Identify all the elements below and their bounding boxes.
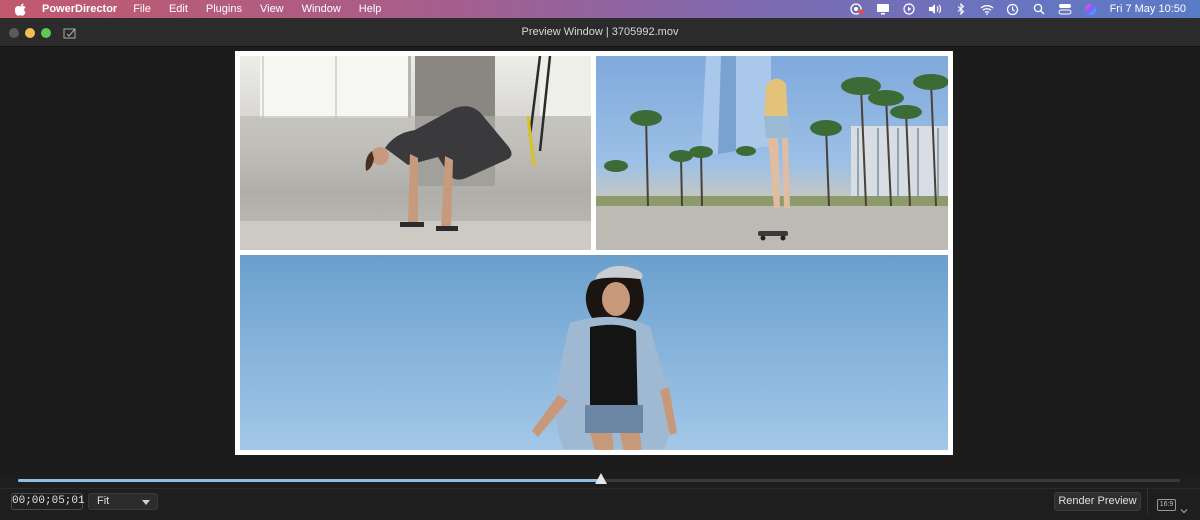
display-icon[interactable] — [876, 2, 890, 16]
time-machine-icon[interactable] — [1006, 2, 1020, 16]
apple-icon[interactable] — [14, 2, 28, 16]
preview-window: Preview Window | 3705992.mov 00;00;05;01… — [0, 18, 1200, 515]
menu-help[interactable]: Help — [359, 0, 382, 18]
screen-recorder-icon[interactable] — [849, 2, 864, 16]
window-title: Preview Window | 3705992.mov — [521, 26, 679, 38]
render-preview-button[interactable]: Render Preview — [1054, 492, 1141, 511]
menu-file[interactable]: File — [133, 0, 151, 18]
timecode-display[interactable]: 00;00;05;01 — [11, 493, 85, 510]
chevron-down-icon — [142, 500, 150, 505]
bluetooth-icon[interactable] — [954, 2, 968, 16]
chevron-down-icon[interactable] — [1180, 502, 1188, 514]
zoom-fit-dropdown[interactable]: Fit — [88, 493, 158, 510]
menu-bar: PowerDirector File Edit Plugins View Win… — [0, 0, 1200, 18]
video-frame — [235, 51, 953, 455]
woman-exercising-photo — [240, 56, 591, 250]
menu-plugins[interactable]: Plugins — [206, 0, 242, 18]
aspect-ratio-button[interactable]: 16:9 — [1157, 499, 1176, 511]
preview-canvas[interactable] — [0, 48, 1200, 478]
scrubber-progress — [18, 479, 602, 482]
siri-icon[interactable] — [1084, 2, 1098, 16]
menu-app-name[interactable]: PowerDirector — [42, 0, 117, 18]
woman-smiling-sky-photo — [240, 255, 948, 450]
woman-skateboarding-photo — [596, 56, 948, 250]
volume-icon[interactable] — [928, 2, 942, 16]
menu-edit[interactable]: Edit — [169, 0, 188, 18]
status-icons: Fri 7 May 10:50 — [838, 0, 1186, 18]
menu-window[interactable]: Window — [302, 0, 341, 18]
window-titlebar[interactable]: Preview Window | 3705992.mov — [0, 18, 1200, 47]
menu-view[interactable]: View — [260, 0, 284, 18]
control-center-icon[interactable] — [1058, 2, 1072, 16]
preview-controls: 00;00;05;01 Fit Render Preview 16:9 — [0, 488, 1200, 515]
scrubber-handle[interactable] — [595, 473, 608, 484]
play-circle-icon[interactable] — [902, 2, 916, 16]
toolbar-divider — [1147, 489, 1148, 515]
search-icon[interactable] — [1032, 2, 1046, 16]
menubar-clock[interactable]: Fri 7 May 10:50 — [1110, 3, 1186, 15]
zoom-fit-value: Fit — [97, 495, 110, 507]
wifi-icon[interactable] — [980, 2, 994, 16]
